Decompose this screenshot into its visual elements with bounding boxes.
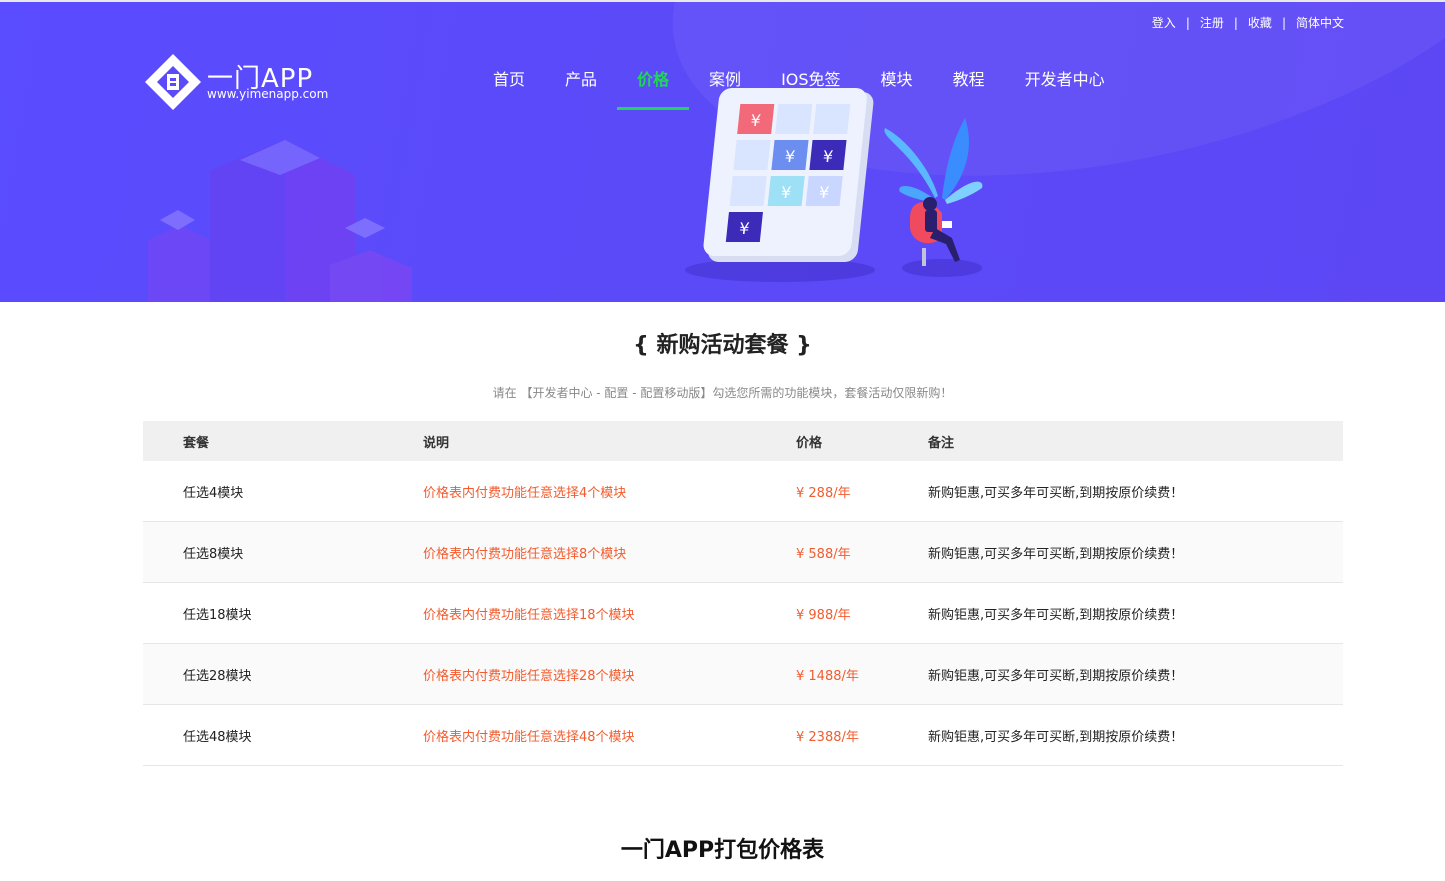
logo[interactable]: 一门APP www.yimenapp.com [143, 52, 343, 114]
table-row: 任选28模块 价格表内付费功能任意选择28个模块 ¥ 1488/年 新购钜惠,可… [143, 644, 1343, 705]
price-cell: ¥ 588/年 [796, 546, 851, 562]
yen-symbol: ¥ [750, 111, 762, 130]
nav-modules[interactable]: 模块 [861, 60, 933, 110]
logo-url: www.yimenapp.com [207, 87, 329, 101]
remark-cell: 新购钜惠,可买多年可买断,到期按原价续费！ [928, 607, 1184, 623]
separator: | [1281, 15, 1286, 30]
price-cell: ¥ 2388/年 [796, 729, 859, 745]
yen-symbol: ¥ [780, 183, 792, 202]
price-cell: ¥ 1488/年 [796, 668, 859, 684]
description-cell: 价格表内付费功能任意选择18个模块 [423, 607, 635, 623]
price-cell: ¥ 288/年 [796, 485, 851, 501]
nav-developer-center[interactable]: 开发者中心 [1005, 60, 1125, 110]
remark-cell: 新购钜惠,可买多年可买断,到期按原价续费！ [928, 546, 1184, 562]
separator: | [1185, 15, 1190, 30]
section-subtitle: 请在 【开发者中心 - 配置 - 配置移动版】勾选您所需的功能模块，套餐活动仅限… [492, 386, 953, 400]
pricing-table-title: 一门APP打包价格表 [620, 838, 825, 863]
package-cell: 任选4模块 [183, 485, 244, 501]
nav-tutorials[interactable]: 教程 [933, 60, 1005, 110]
description-cell: 价格表内付费功能任意选择28个模块 [423, 668, 635, 684]
favorite-link[interactable]: 收藏 [1248, 14, 1272, 31]
pricing-table: 套餐 说明 价格 备注 任选4模块 价格表内付费功能任意选择4个模块 ¥ 288… [143, 421, 1343, 766]
hero-banner: ¥ ¥ ¥ ¥ ¥ ¥ 登入 | 注册 | 收藏 | 简体中文 一门APP ww… [0, 0, 1445, 302]
header-package: 套餐 [183, 435, 210, 451]
yen-symbol: ¥ [784, 147, 796, 166]
remark-cell: 新购钜惠,可买多年可买断,到期按原价续费！ [928, 729, 1184, 745]
yen-symbol: ¥ [822, 147, 834, 166]
header-description: 说明 [423, 435, 450, 451]
yen-symbol: ¥ [738, 219, 750, 238]
top-links: 登入 | 注册 | 收藏 | 简体中文 [1152, 14, 1344, 31]
buildings-illustration [148, 140, 412, 302]
section-title: { 新购活动套餐 } [633, 333, 812, 358]
package-cell: 任选48模块 [183, 729, 252, 745]
table-row: 任选8模块 价格表内付费功能任意选择8个模块 ¥ 588/年 新购钜惠,可买多年… [143, 522, 1343, 583]
login-link[interactable]: 登入 [1152, 14, 1176, 31]
main-nav: 首页 产品 价格 案例 IOS免签 模块 教程 开发者中心 [473, 60, 1125, 110]
header-price: 价格 [796, 435, 823, 451]
table-row: 任选48模块 价格表内付费功能任意选择48个模块 ¥ 2388/年 新购钜惠,可… [143, 705, 1343, 766]
table-row: 任选4模块 价格表内付费功能任意选择4个模块 ¥ 288/年 新购钜惠,可买多年… [143, 461, 1343, 522]
nav-home[interactable]: 首页 [473, 60, 545, 110]
package-cell: 任选8模块 [183, 546, 244, 562]
remark-cell: 新购钜惠,可买多年可买断,到期按原价续费！ [928, 485, 1184, 501]
package-cell: 任选28模块 [183, 668, 252, 684]
package-cell: 任选18模块 [183, 607, 252, 623]
separator: | [1233, 15, 1238, 30]
nav-pricing[interactable]: 价格 [617, 60, 690, 110]
yen-symbol: ¥ [818, 183, 830, 202]
price-cell: ¥ 988/年 [796, 607, 851, 623]
language-link[interactable]: 简体中文 [1296, 14, 1344, 31]
nav-cases[interactable]: 案例 [689, 60, 761, 110]
logo-icon [145, 54, 201, 110]
header-remark: 备注 [928, 435, 955, 451]
description-cell: 价格表内付费功能任意选择48个模块 [423, 729, 635, 745]
description-cell: 价格表内付费功能任意选择4个模块 [423, 485, 627, 501]
description-cell: 价格表内付费功能任意选择8个模块 [423, 546, 627, 562]
table-row: 任选18模块 价格表内付费功能任意选择18个模块 ¥ 988/年 新购钜惠,可买… [143, 583, 1343, 644]
table-header: 套餐 说明 价格 备注 [143, 421, 1343, 461]
remark-cell: 新购钜惠,可买多年可买断,到期按原价续费！ [928, 668, 1184, 684]
pricing-illustration: ¥ ¥ ¥ ¥ ¥ ¥ [685, 88, 983, 282]
nav-ios-signing[interactable]: IOS免签 [761, 60, 860, 110]
nav-products[interactable]: 产品 [545, 60, 617, 110]
register-link[interactable]: 注册 [1200, 14, 1224, 31]
